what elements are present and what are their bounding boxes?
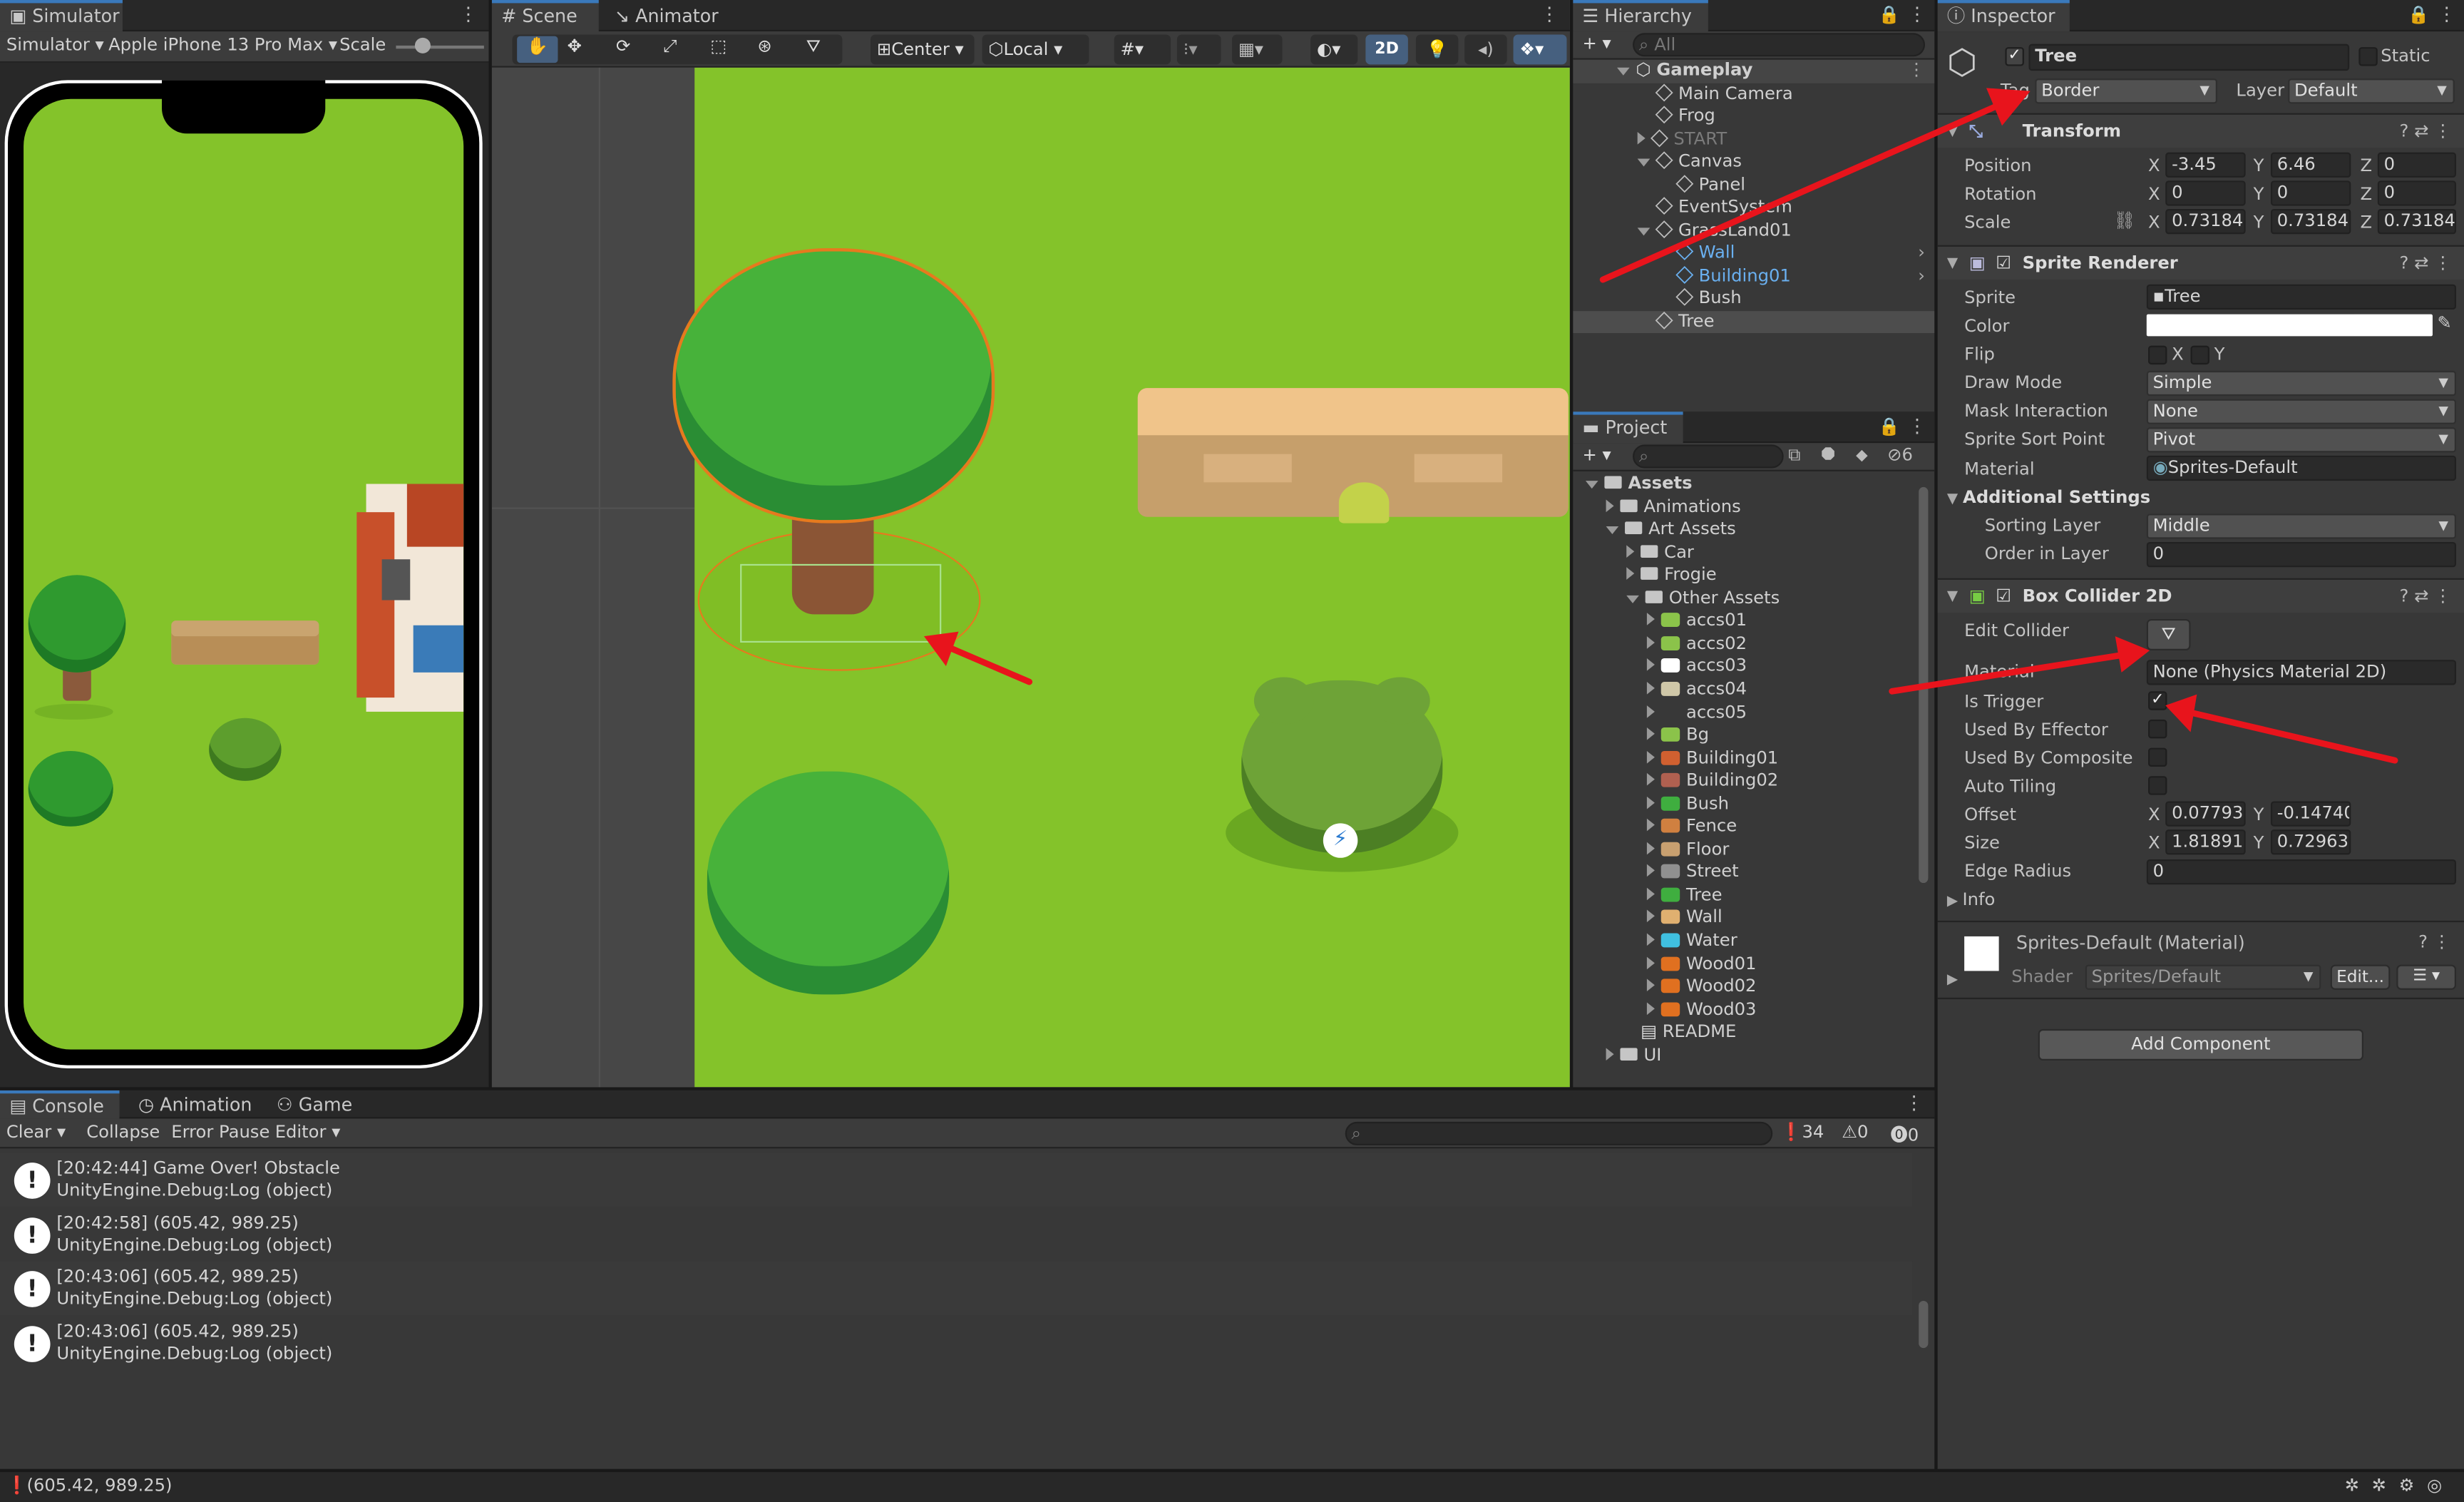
unity-editor: ▣ Simulator ⋮ Simulator ▾ Apple iPhone 1… [0,0,2464,1502]
annotation-arrowhead-trigger [2165,694,2197,732]
annotation-arrow-trigger [2190,710,2398,764]
annotation-arrow-collider [949,645,1033,685]
annotation-overlay [924,88,2398,764]
annotation-arrowhead-material [2115,636,2150,673]
annotation-arrow-tag [1599,100,2006,283]
annotation-arrow-material [1889,652,2125,695]
